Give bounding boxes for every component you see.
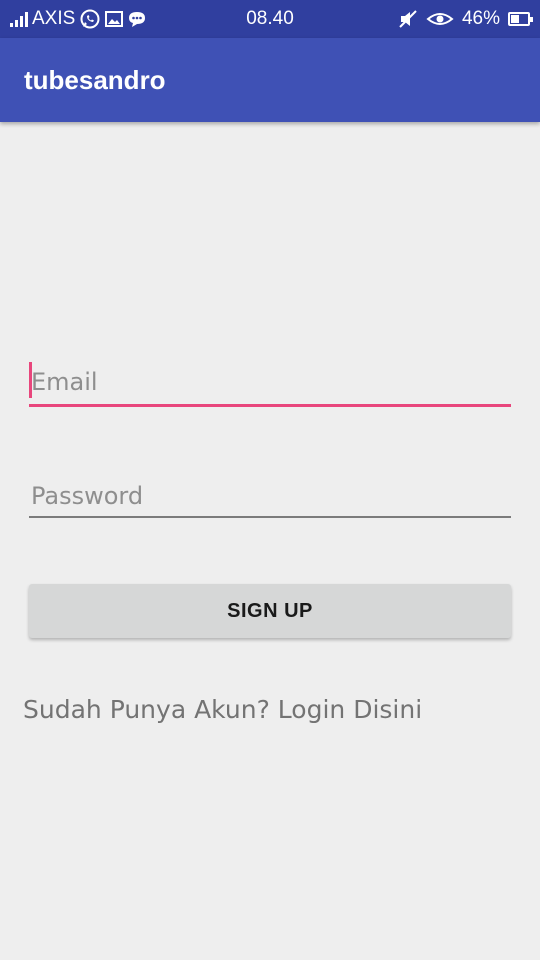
email-field[interactable] [29,362,511,407]
eye-icon [426,13,454,25]
app-bar: tubesandro [0,38,540,122]
password-input[interactable] [29,478,511,514]
signup-button[interactable]: SIGN UP [29,584,511,638]
email-input[interactable] [29,364,511,400]
status-bar: AXIS 08.40 46% [0,0,540,38]
text-cursor [29,362,32,398]
battery-icon [508,12,533,26]
login-link[interactable]: Sudah Punya Akun? Login Disini [23,695,422,724]
status-right: 46% [398,0,533,38]
mute-icon [399,10,417,28]
password-field[interactable] [29,478,511,518]
app-title: tubesandro [24,65,166,95]
battery-percent: 46% [461,8,500,29]
battery-fill [511,15,520,23]
